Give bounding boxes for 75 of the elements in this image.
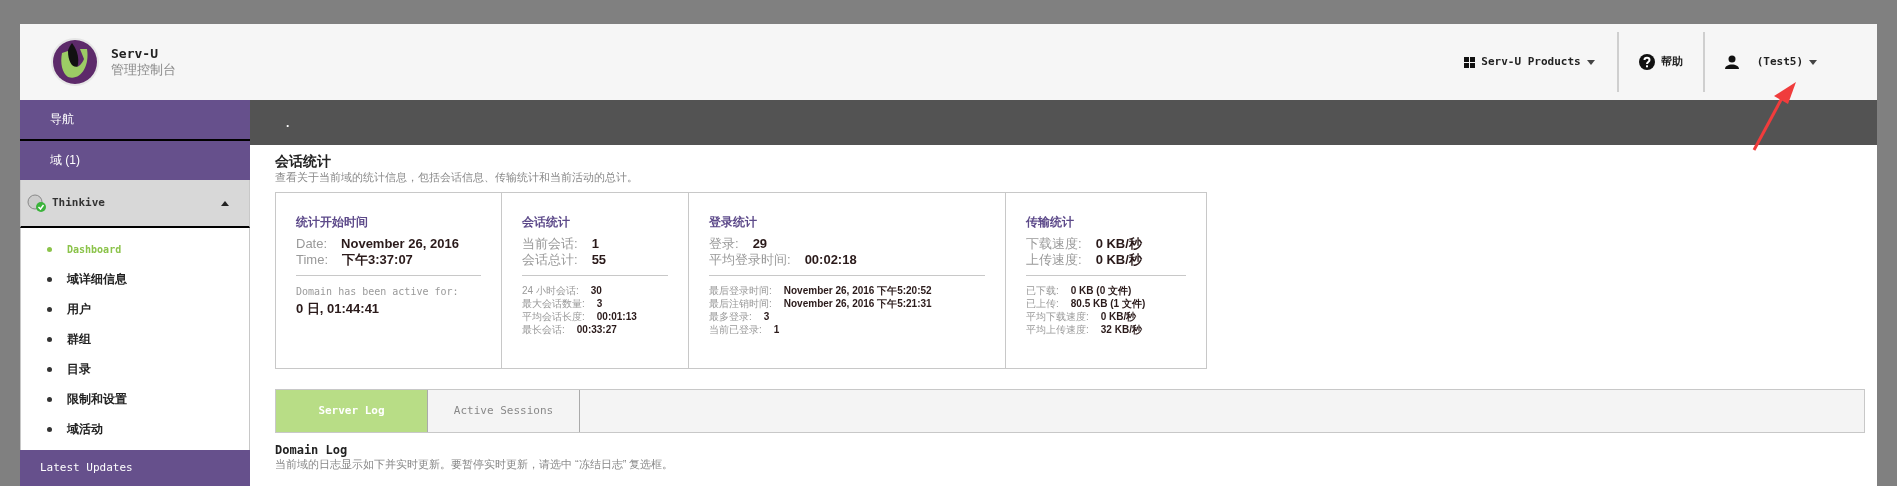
nav-item[interactable]: 域详细信息 [21,264,249,295]
nav-item[interactable]: 用户 [21,294,249,325]
page-description: 查看关于当前域的统计信息，包括会话信息、传输统计和当前活动的总计。 [275,170,639,185]
stat-value: 0 KB (0 文件) [1070,284,1132,298]
active-label: Domain has been active for: [296,285,460,300]
stat-value: 29 [752,236,768,253]
stat-label: 登录: [709,236,739,253]
domain-header[interactable]: Thinkive [20,180,250,229]
stat-value: 下午3:37:07 [342,252,413,269]
stat-label: 最多登录: [709,310,752,324]
caret-icon [1809,59,1817,65]
stat-label: 已上传: [1026,297,1059,311]
stat-value: 1 [773,323,780,337]
header-menu[interactable]: (Test5) [1724,53,1817,71]
stat-label: 已下载: [1026,284,1059,298]
stat-value: November 26, 2016 下午5:20:52 [783,284,932,298]
collapse-icon [221,200,229,206]
logo-icon [50,37,100,87]
stat-label: Date: [296,236,328,253]
stats-title: 统计开始时间 [296,214,369,232]
stat-value: 0 KB/秒 [1095,236,1142,253]
stat-label: 最后登录时间: [709,284,772,298]
caret-icon [1586,59,1595,65]
sidebar-item[interactable]: 域 (1) [20,140,250,181]
sidebar-header: 导航 [20,100,250,141]
stat-label: 当前已登录: [709,323,762,337]
globe-check-icon [27,194,47,213]
nav-item[interactable]: 目录 [21,354,249,385]
help-icon [1638,54,1655,70]
stat-label: 最后注销时间: [709,297,772,311]
stats-title: 传输统计 [1026,214,1075,232]
stat-label: 24 小时会话: [522,284,579,298]
header-menu[interactable]: Serv-U Products [1464,53,1595,71]
log-title: Domain Log [275,443,349,459]
stat-label: 平均上传速度: [1026,323,1089,337]
header-menu[interactable]: 帮助 [1638,53,1683,71]
stat-value: 0 KB/秒 [1095,252,1142,269]
stat-label: 平均下载速度: [1026,310,1089,324]
stat-value: 00:02:18 [804,252,857,269]
sidebar-item[interactable]: Latest Updates [20,450,250,486]
stat-label: 下载速度: [1026,236,1082,253]
stat-value: November 26, 2016 下午5:21:31 [783,297,932,311]
nav-item[interactable]: 限制和设置 [21,384,249,415]
page-title: 会话统计 [275,153,332,171]
stat-label: 最长会话: [522,323,565,337]
stat-label: 会话总计: [522,252,578,269]
stat-label: 平均会话长度: [522,310,585,324]
stat-label: Time: [296,252,329,269]
breadcrumb: . [286,114,290,132]
active-value: 0 日, 01:44:41 [296,300,381,319]
logo-title: Serv-U [111,45,159,62]
annotation-arrow-icon [1752,80,1798,152]
stat-value: 3 [763,310,770,324]
stat-label: 上传速度: [1026,252,1082,269]
user-icon [1724,55,1739,69]
stat-value: 32 KB/秒 [1100,323,1142,337]
stat-label: 平均登录时间: [709,252,791,269]
stat-label: 最大会话数量: [522,297,585,311]
stat-value: 0 KB/秒 [1100,310,1137,324]
stat-value: 00:33:27 [576,323,617,337]
stat-value: November 26, 2016 [341,236,459,253]
stat-value: 55 [591,252,607,269]
nav-item[interactable]: 群组 [21,324,249,355]
stat-value: 80.5 KB (1 文件) [1070,297,1146,311]
stat-value: 3 [596,297,603,311]
stat-label: 当前会话: [522,236,578,253]
log-description: 当前域的日志显示如下并实时更新。要暂停实时更新，请选中 “冻结日志” 复选框。 [275,458,675,472]
logo-subtitle: 管理控制台 [111,62,176,79]
stat-value: 1 [591,236,599,253]
stat-value: 00:01:13 [596,310,637,324]
grid-icon [1464,56,1476,68]
stats-title: 会话统计 [522,214,571,232]
stat-value: 30 [590,284,602,298]
stats-title: 登录统计 [709,214,758,232]
nav-item[interactable]: 域活动 [21,414,249,445]
